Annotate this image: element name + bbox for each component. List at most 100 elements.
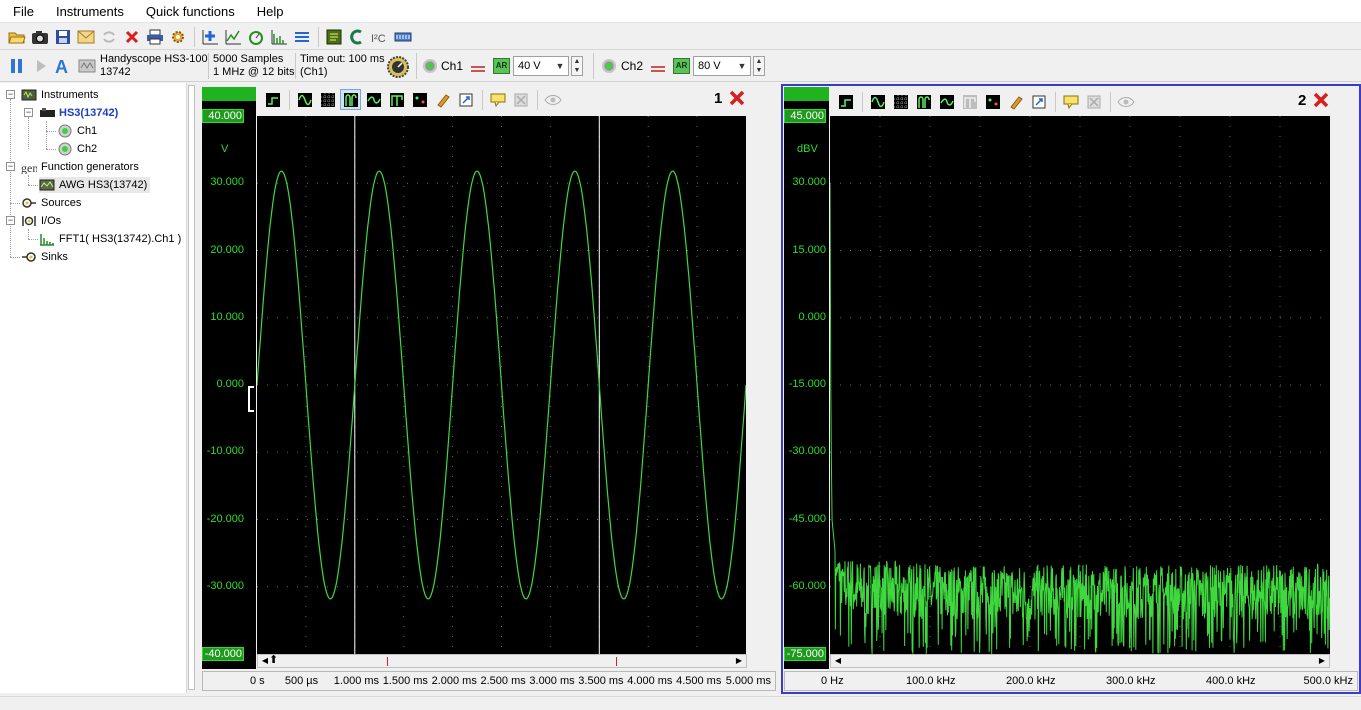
marker-icon[interactable]: [959, 91, 980, 112]
graph1-x-axis[interactable]: 0 s 500 µs 1.000 ms 1.500 ms 2.000 ms 2.500 m…: [202, 671, 776, 691]
cursor2-marker[interactable]: [616, 657, 617, 666]
scroll-right-icon[interactable]: ▶: [1316, 655, 1328, 667]
ch1-autorange-button[interactable]: AR: [493, 58, 510, 74]
grid-icon[interactable]: [317, 89, 338, 110]
menu-quick-functions[interactable]: Quick functions: [133, 0, 244, 23]
graph2-plot[interactable]: [830, 116, 1330, 654]
connect-icon[interactable]: [346, 26, 368, 48]
toolbar-separator: [537, 89, 538, 110]
close-icon[interactable]: [728, 89, 746, 107]
tree-item-ch1[interactable]: Ch1: [57, 123, 97, 139]
print-icon[interactable]: [144, 26, 166, 48]
auto-icon[interactable]: A: [54, 56, 72, 79]
y-tick-label: -75.000: [784, 647, 826, 661]
trigger-position-icon[interactable]: ⬆: [269, 655, 278, 666]
scroll-left-icon[interactable]: ◀: [832, 655, 844, 667]
play-icon[interactable]: [33, 57, 49, 78]
pause-icon[interactable]: [8, 57, 26, 78]
add-xy-graph-icon[interactable]: [222, 26, 244, 48]
tree-item-ch2[interactable]: Ch2: [57, 141, 97, 157]
add-meter-icon[interactable]: [245, 26, 267, 48]
ch2-range-select[interactable]: 80 V ▼: [693, 56, 751, 76]
tree-item-function-generators[interactable]: gen Function generators: [21, 159, 139, 175]
add-fft-icon[interactable]: [268, 26, 290, 48]
tree-item-ios[interactable]: I/Os: [21, 213, 61, 229]
open-folder-icon[interactable]: [6, 26, 28, 48]
ch2-range-spinner[interactable]: ▲ ▼: [753, 56, 765, 76]
tree-line: [46, 149, 56, 150]
menu-instruments[interactable]: Instruments: [43, 0, 133, 23]
label-tool-icon[interactable]: [432, 89, 453, 110]
camera-icon[interactable]: [29, 26, 51, 48]
chevron-down-icon[interactable]: ▼: [552, 57, 568, 75]
ch2-autorange-button[interactable]: AR: [673, 58, 690, 74]
settings-icon[interactable]: [167, 26, 189, 48]
cursor-icon[interactable]: [936, 91, 957, 112]
visibility-icon[interactable]: [1115, 91, 1136, 112]
tree-scrollbar[interactable]: [186, 83, 196, 693]
cursor1-marker[interactable]: [387, 657, 388, 666]
i2c-icon[interactable]: I²C: [369, 26, 391, 48]
graph2-x-axis[interactable]: 0 Hz 100.0 kHz 200.0 kHz 300.0 kHz 400.0 kHz…: [784, 671, 1358, 691]
save-icon[interactable]: [52, 26, 74, 48]
graph-mode-icon[interactable]: [835, 91, 856, 112]
add-graph-icon[interactable]: [199, 26, 221, 48]
visibility-icon[interactable]: [542, 89, 563, 110]
tree-collapse-device[interactable]: −: [24, 108, 33, 117]
remove-comment-icon[interactable]: [510, 89, 531, 110]
ch1-offset-marker[interactable]: [248, 386, 254, 412]
refresh-icon[interactable]: [98, 26, 120, 48]
graph-mode-icon[interactable]: [262, 89, 283, 110]
tree-line: [28, 117, 29, 149]
trigger-view-icon[interactable]: [340, 89, 361, 110]
delete-icon[interactable]: [121, 26, 143, 48]
remove-comment-icon[interactable]: [1083, 91, 1104, 112]
scope-view-icon[interactable]: [294, 89, 315, 110]
menu-help[interactable]: Help: [244, 0, 293, 23]
script-icon[interactable]: [323, 26, 345, 48]
ch2-enable-icon[interactable]: [602, 59, 616, 73]
graph1-plot[interactable]: [257, 116, 746, 654]
comment-icon[interactable]: [487, 89, 508, 110]
grid-icon[interactable]: [890, 91, 911, 112]
tree-collapse-ios[interactable]: −: [6, 216, 15, 225]
scroll-right-icon[interactable]: ▶: [733, 655, 745, 667]
tree-label: Instruments: [41, 89, 99, 101]
ch2-coupling-icon[interactable]: [650, 62, 666, 76]
display-settings-icon[interactable]: [982, 91, 1003, 112]
trigger-view-icon[interactable]: [913, 91, 934, 112]
cursor-icon[interactable]: [363, 89, 384, 110]
ch1-coupling-icon[interactable]: [470, 62, 486, 76]
label-tool-icon[interactable]: [1005, 91, 1026, 112]
trigger-knob-icon[interactable]: [385, 54, 411, 83]
tree-item-device[interactable]: HS3(13742): [39, 105, 118, 121]
scope-view-icon[interactable]: [867, 91, 888, 112]
network-icon[interactable]: [392, 26, 414, 48]
tree-item-sinks[interactable]: Sinks: [21, 249, 68, 265]
graph2-h-scrollbar[interactable]: ◀ ▶: [830, 654, 1330, 668]
email-icon[interactable]: [75, 26, 97, 48]
close-icon[interactable]: [1312, 91, 1330, 109]
display-settings-icon[interactable]: [409, 89, 430, 110]
tree-collapse-instruments[interactable]: −: [6, 90, 15, 99]
chevron-down-icon[interactable]: ▼: [734, 57, 750, 75]
tree-collapse-function-generators[interactable]: −: [6, 162, 15, 171]
ch1-range-spinner[interactable]: ▲ ▼: [571, 56, 583, 76]
x-tick-label: 100.0 kHz: [906, 675, 956, 687]
tree-item-instruments[interactable]: Instruments: [21, 87, 98, 103]
timeout-info[interactable]: Time out: 100 ms (Ch1): [300, 53, 385, 79]
scrollbar-thumb[interactable]: [188, 85, 195, 690]
ch1-range-select[interactable]: 40 V ▼: [513, 56, 569, 76]
sampling-info[interactable]: 5000 Samples 1 MHz @ 12 bits: [213, 53, 294, 79]
zoom-fit-icon[interactable]: [1028, 91, 1049, 112]
zoom-fit-icon[interactable]: [455, 89, 476, 110]
tree-item-awg[interactable]: AWG HS3(13742): [39, 177, 151, 193]
menu-file[interactable]: File: [0, 0, 43, 23]
ch1-enable-icon[interactable]: [423, 59, 437, 73]
marker-icon[interactable]: [386, 89, 407, 110]
tree-item-sources[interactable]: Sources: [21, 195, 81, 211]
add-channel-icon[interactable]: [291, 26, 313, 48]
comment-icon[interactable]: [1060, 91, 1081, 112]
graph1-h-scrollbar[interactable]: ◀ ⬆ ▶: [257, 654, 747, 668]
tree-item-fft[interactable]: FFT1( HS3(13742).Ch1 ): [39, 231, 181, 247]
